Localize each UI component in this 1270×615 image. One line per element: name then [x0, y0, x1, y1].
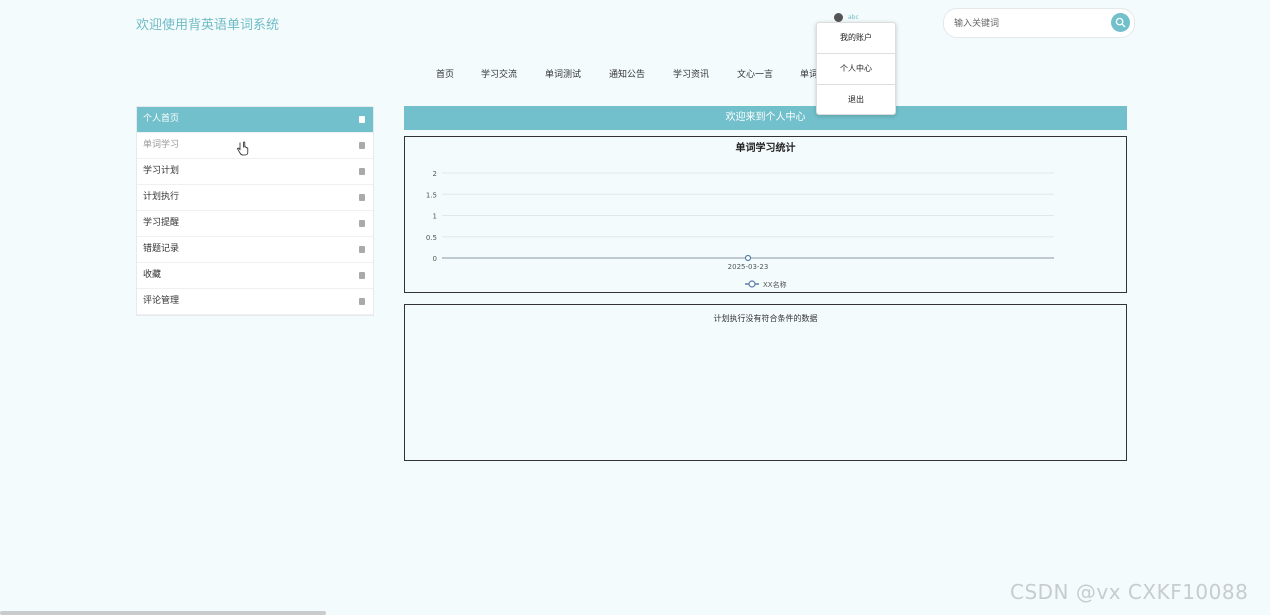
- menu-item-logout[interactable]: 退出: [817, 85, 895, 115]
- sidebar-item-favorites[interactable]: 收藏: [137, 263, 373, 289]
- search-box: [943, 8, 1135, 38]
- file-icon: [359, 142, 365, 149]
- watermark: CSDN @vx CXKF10088: [1010, 580, 1249, 604]
- search-button[interactable]: [1111, 13, 1130, 32]
- sidebar-item-label: 计划执行: [143, 192, 180, 202]
- main-nav: 首页 学习交流 单词测试 通知公告 学习资讯 文心一言 单词: [0, 67, 1270, 81]
- file-icon: [359, 168, 365, 175]
- sidebar-item-word-study[interactable]: 单词学习: [137, 133, 373, 159]
- y-tick-label: 1.5: [426, 191, 437, 199]
- sidebar-item-home[interactable]: 个人首页: [137, 107, 373, 133]
- search-icon: [1115, 17, 1126, 28]
- data-point: [744, 254, 752, 262]
- horizontal-scrollbar[interactable]: [0, 611, 326, 615]
- welcome-banner: 欢迎来到个人中心: [404, 106, 1127, 130]
- empty-message: 计划执行没有符合条件的数据: [713, 314, 818, 323]
- nav-item-ernie-bot[interactable]: 文心一言: [737, 67, 773, 80]
- sidebar-item-comments[interactable]: 评论管理: [137, 289, 373, 315]
- x-tick-label: 2025-03-23: [728, 263, 769, 271]
- file-icon: [359, 220, 365, 227]
- y-tick-label: 2: [433, 170, 437, 178]
- file-icon: [359, 298, 365, 305]
- username[interactable]: abc: [848, 14, 859, 21]
- legend-label: XX名称: [763, 280, 787, 289]
- hand-cursor-icon: [237, 141, 249, 156]
- y-tick-label: 0: [433, 255, 437, 263]
- sidebar-item-label: 个人首页: [143, 114, 180, 124]
- nav-item-study-exchange[interactable]: 学习交流: [481, 67, 517, 80]
- legend-marker: [748, 280, 756, 288]
- chart-svg: 0 0.5 1 1.5 2 2025-03-23 XX名称: [426, 170, 1054, 289]
- file-icon: [359, 272, 365, 279]
- plan-execution-panel: 计划执行没有符合条件的数据: [404, 304, 1127, 461]
- search-input[interactable]: [952, 15, 1106, 33]
- nav-item-word-test[interactable]: 单词测试: [545, 67, 581, 80]
- menu-item-personal-center[interactable]: 个人中心: [817, 54, 895, 85]
- sidebar-item-label: 评论管理: [143, 296, 180, 306]
- sidebar-item-label: 单词学习: [143, 140, 180, 150]
- file-icon: [359, 246, 365, 253]
- site-title[interactable]: 欢迎使用背英语单词系统: [136, 14, 279, 33]
- nav-item-home[interactable]: 首页: [436, 67, 454, 80]
- file-icon: [359, 116, 365, 123]
- user-menu-trigger[interactable]: abc: [834, 13, 859, 22]
- nav-item-announcements[interactable]: 通知公告: [609, 67, 645, 80]
- menu-item-my-account[interactable]: 我的账户: [817, 23, 895, 54]
- nav-item-study-news[interactable]: 学习资讯: [673, 67, 709, 80]
- sidebar-item-mistakes[interactable]: 错题记录: [137, 237, 373, 263]
- sidebar: 个人首页 单词学习 学习计划 计划执行 学习提醒 错题记录 收藏 评论管理: [136, 106, 374, 316]
- sidebar-item-study-plan[interactable]: 学习计划: [137, 159, 373, 185]
- user-dropdown-menu: 我的账户 个人中心 退出: [816, 22, 896, 115]
- sidebar-item-label: 收藏: [143, 270, 162, 280]
- word-study-chart: 单词学习统计 0 0.5 1 1.5 2 2025-03-23 XX名称: [404, 136, 1127, 293]
- y-tick-label: 0.5: [426, 234, 437, 242]
- sidebar-item-label: 学习计划: [143, 166, 180, 176]
- sidebar-item-plan-execution[interactable]: 计划执行: [137, 185, 373, 211]
- file-icon: [359, 194, 365, 201]
- sidebar-item-study-reminder[interactable]: 学习提醒: [137, 211, 373, 237]
- avatar[interactable]: [834, 13, 843, 22]
- sidebar-item-label: 学习提醒: [143, 218, 180, 228]
- y-tick-label: 1: [433, 213, 437, 221]
- sidebar-item-label: 错题记录: [143, 244, 180, 254]
